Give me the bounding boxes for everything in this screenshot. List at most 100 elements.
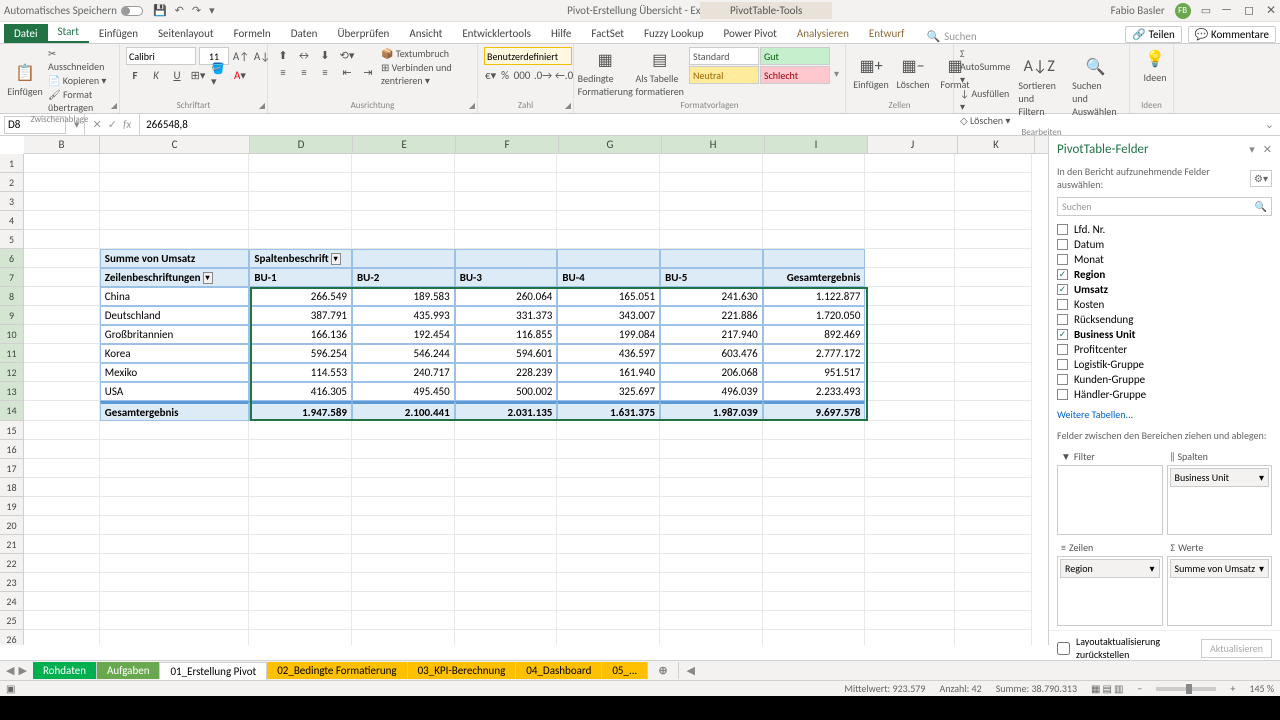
tab-powerpivot[interactable]: Power Pivot	[713, 24, 786, 43]
cell[interactable]: Deutschland	[100, 306, 250, 325]
bold-button[interactable]: F	[126, 67, 144, 83]
column-header-C[interactable]: C	[100, 136, 250, 153]
styles-more-icon[interactable]: ▾	[834, 67, 839, 80]
cell[interactable]	[557, 192, 660, 211]
row-header-15[interactable]: 15	[0, 421, 24, 440]
tab-fuzzy-lookup[interactable]: Fuzzy Lookup	[634, 24, 714, 43]
cell[interactable]	[455, 573, 558, 592]
cell[interactable]: 331.373	[455, 306, 558, 325]
cell[interactable]: 260.064	[455, 287, 558, 306]
cell[interactable]	[249, 230, 352, 249]
worksheet[interactable]: BCDEFGHIJK 12345678910111213141516171819…	[0, 136, 1048, 645]
field-item[interactable]: Region	[1057, 267, 1272, 282]
cell[interactable]	[865, 535, 955, 554]
field-item[interactable]: Kunden-Gruppe	[1057, 372, 1272, 387]
cell[interactable]	[660, 249, 763, 268]
cell[interactable]: 892.469	[763, 325, 866, 344]
cell[interactable]	[955, 440, 1032, 459]
merge-button[interactable]: ⊞ Verbinden und zentrieren ▾	[381, 61, 471, 87]
field-item[interactable]: Kosten	[1057, 297, 1272, 312]
cell[interactable]: 228.239	[455, 363, 558, 382]
cell[interactable]	[249, 611, 352, 630]
record-macro-icon[interactable]: ▣	[6, 682, 15, 695]
row-header-26[interactable]: 26	[0, 630, 24, 645]
row-header-8[interactable]: 8	[0, 287, 24, 306]
cell[interactable]	[865, 421, 955, 440]
cell[interactable]	[100, 516, 250, 535]
zoom-out-icon[interactable]: −	[1137, 682, 1142, 695]
cell[interactable]	[24, 249, 100, 268]
cell[interactable]	[455, 516, 558, 535]
row-header-20[interactable]: 20	[0, 516, 24, 535]
cell[interactable]: 546.244	[352, 344, 455, 363]
maximize-icon[interactable]: ◻	[1244, 3, 1254, 18]
row-header-14[interactable]: 14	[0, 401, 24, 421]
cell[interactable]: 217.940	[660, 325, 763, 344]
cell[interactable]	[865, 249, 955, 268]
cell[interactable]	[249, 497, 352, 516]
ideas-button[interactable]: 💡Ideen	[1136, 47, 1174, 86]
cell[interactable]	[24, 230, 100, 249]
cell[interactable]: 387.791	[249, 306, 352, 325]
cell[interactable]	[249, 211, 352, 230]
cell[interactable]	[455, 611, 558, 630]
cell[interactable]	[955, 211, 1032, 230]
cell[interactable]	[24, 192, 100, 211]
cell[interactable]: 2.031.135	[455, 401, 558, 421]
cell[interactable]	[763, 535, 866, 554]
cell[interactable]: 2.777.172	[763, 344, 866, 363]
align-middle-icon[interactable]: ↔	[295, 47, 313, 63]
defer-layout-checkbox[interactable]	[1057, 642, 1070, 655]
cell[interactable]	[455, 192, 558, 211]
cell[interactable]	[24, 268, 100, 287]
align-left-icon[interactable]: ≡	[274, 64, 292, 80]
cell[interactable]	[100, 154, 250, 173]
cell[interactable]	[24, 535, 100, 554]
cell[interactable]: 951.517	[763, 363, 866, 382]
cell[interactable]	[24, 440, 100, 459]
pane-dropdown-icon[interactable]: ▾	[1249, 143, 1255, 156]
field-item[interactable]: Rücksendung	[1057, 312, 1272, 327]
cell[interactable]	[24, 306, 100, 325]
columns-area-item[interactable]: Business Unit▾	[1170, 468, 1270, 487]
cell[interactable]	[865, 611, 955, 630]
formula-expand-icon[interactable]: ⌄	[1259, 118, 1280, 131]
cell[interactable]	[24, 573, 100, 592]
cell[interactable]	[24, 630, 100, 645]
font-name-select[interactable]	[126, 47, 196, 65]
cell[interactable]: 192.454	[352, 325, 455, 344]
cell[interactable]: Mexiko	[100, 363, 250, 382]
cell[interactable]	[660, 611, 763, 630]
cell[interactable]	[955, 249, 1032, 268]
cell[interactable]	[763, 421, 866, 440]
cell[interactable]	[955, 421, 1032, 440]
fx-icon[interactable]: fx	[123, 118, 131, 131]
cell[interactable]	[352, 459, 455, 478]
add-sheet-button[interactable]: ⊕	[648, 662, 678, 679]
format-painter-button[interactable]: 🖌 Format übertragen	[48, 88, 113, 114]
cell[interactable]	[24, 497, 100, 516]
cell[interactable]	[557, 611, 660, 630]
cell[interactable]: Summe von Umsatz	[100, 249, 250, 268]
page-break-view-icon[interactable]: ▥	[1114, 682, 1123, 695]
minimize-icon[interactable]: —	[1221, 3, 1232, 18]
cell[interactable]	[455, 459, 558, 478]
cell[interactable]: 1.631.375	[557, 401, 660, 421]
cell[interactable]	[763, 592, 866, 611]
cell[interactable]	[557, 173, 660, 192]
number-launcher-icon[interactable]: ◢	[565, 101, 571, 111]
number-format-select[interactable]	[484, 47, 572, 65]
cell[interactable]	[955, 497, 1032, 516]
search-icon[interactable]: 🔍	[926, 30, 940, 43]
cell[interactable]	[24, 287, 100, 306]
field-checkbox[interactable]	[1057, 254, 1068, 265]
cell[interactable]	[24, 592, 100, 611]
cell[interactable]	[660, 478, 763, 497]
thousands-icon[interactable]: 000	[513, 67, 531, 83]
row-header-13[interactable]: 13	[0, 382, 24, 401]
cell[interactable]: 116.855	[455, 325, 558, 344]
column-header-I[interactable]: I	[765, 136, 868, 153]
sheet-tab-04[interactable]: 04_Dashboard	[516, 662, 602, 679]
field-checkbox[interactable]	[1057, 389, 1068, 400]
row-header-6[interactable]: 6	[0, 249, 24, 268]
